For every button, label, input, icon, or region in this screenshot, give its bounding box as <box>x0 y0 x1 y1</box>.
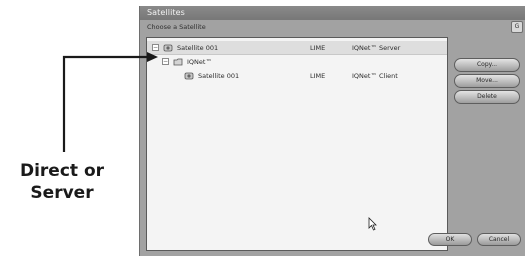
callout-arrow <box>62 52 158 152</box>
